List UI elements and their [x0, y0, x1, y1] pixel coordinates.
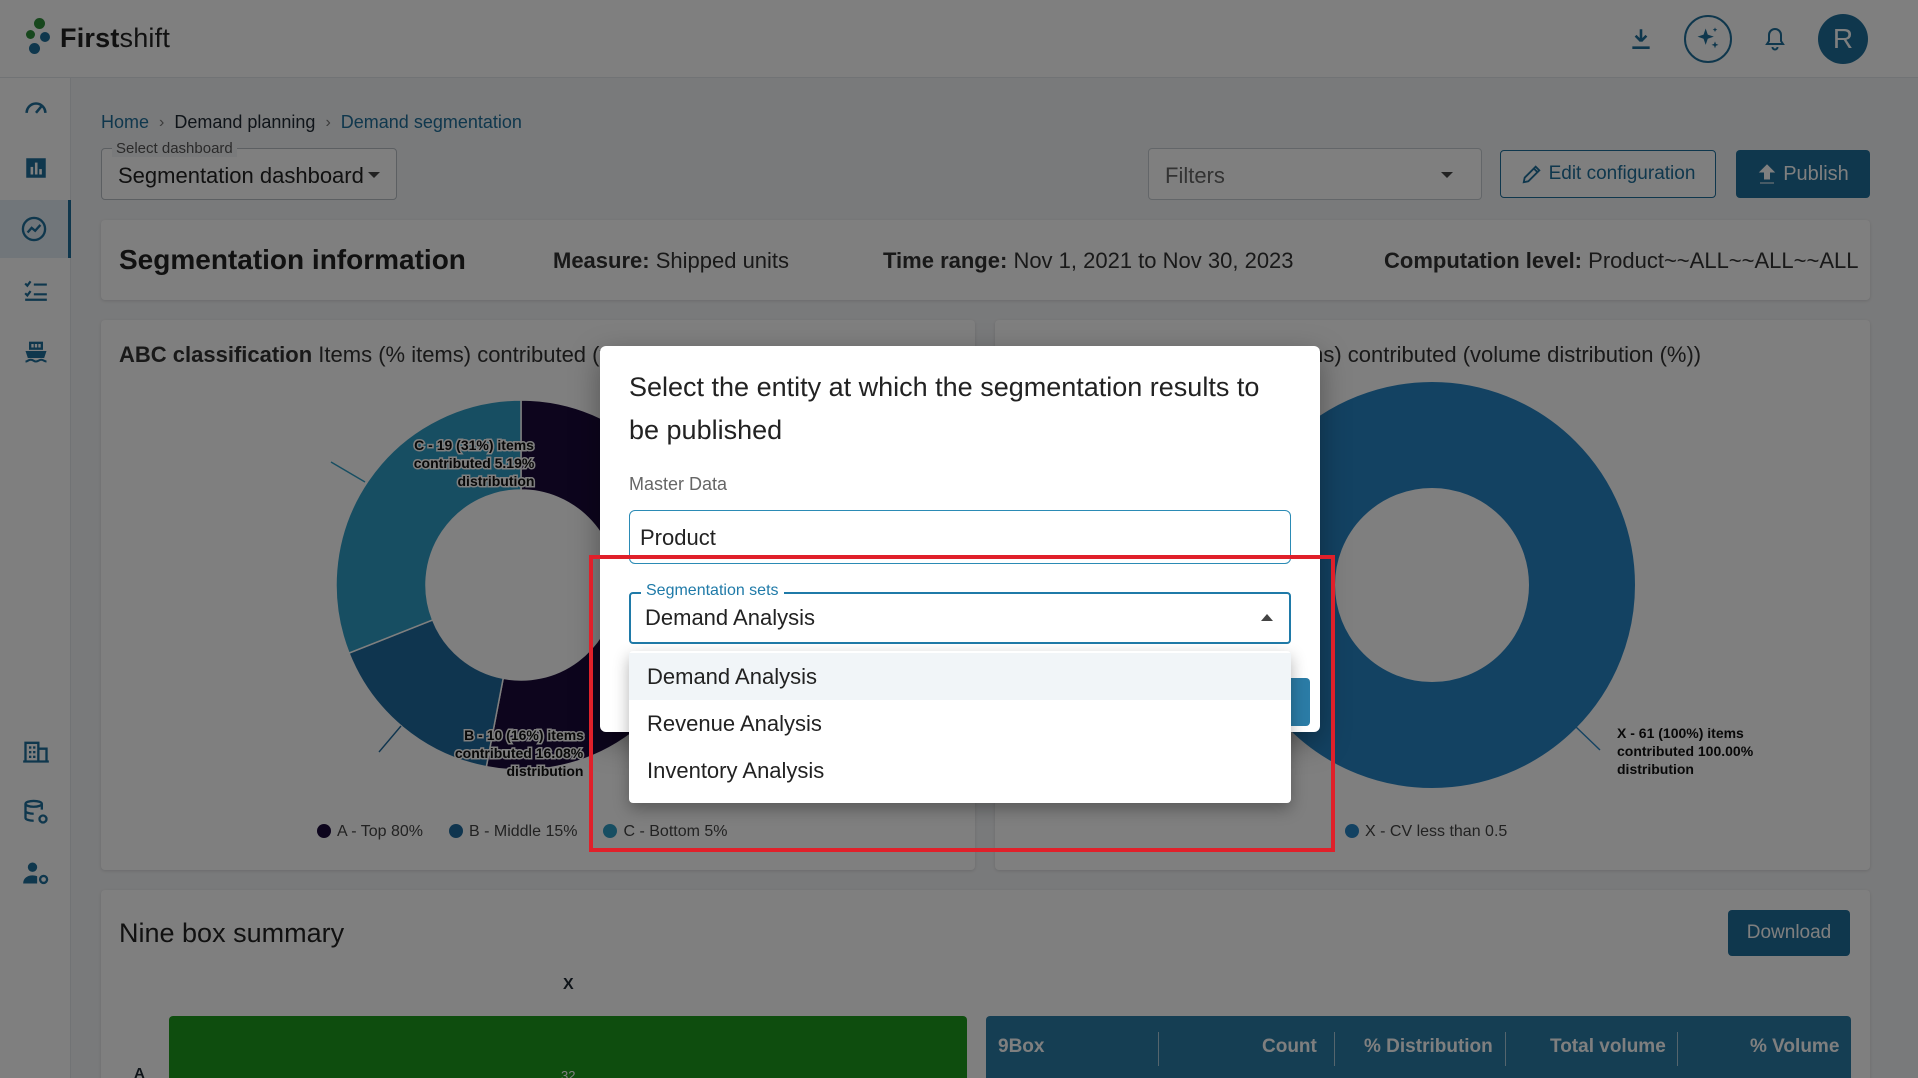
dialog-title: Select the entity at which the segmentat… — [629, 372, 1260, 445]
highlight-box — [589, 555, 1335, 852]
master-data-value: Product — [640, 525, 716, 550]
master-data-label: Master Data — [629, 474, 728, 494]
